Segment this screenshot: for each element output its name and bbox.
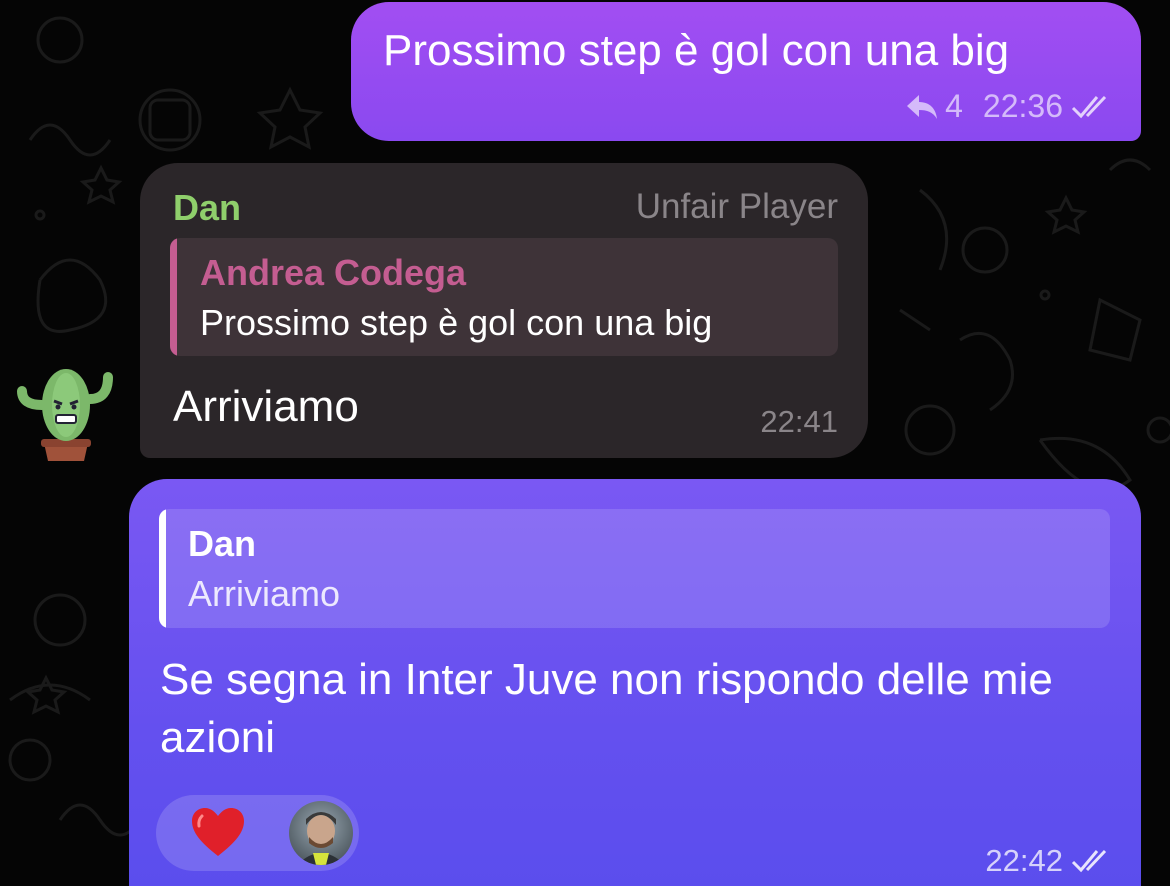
- red-heart-icon: [192, 808, 244, 856]
- sender-name[interactable]: Dan: [173, 187, 241, 229]
- reply-arrow-icon: [907, 94, 938, 119]
- quoted-sender: Dan: [188, 523, 257, 564]
- quoted-sender: Andrea Codega: [200, 252, 467, 293]
- user-avatar[interactable]: [289, 801, 353, 865]
- outgoing-message-bubble[interactable]: Prossimo step è gol con una big 4 22:36: [351, 2, 1141, 141]
- quote-bar: [159, 509, 166, 628]
- quote-bar: [170, 238, 177, 356]
- message-time: 22:42: [985, 843, 1063, 878]
- cactus-sticker-avatar[interactable]: [14, 365, 118, 465]
- user-avatar-image: [297, 812, 345, 865]
- message-time: 22:41: [760, 404, 838, 439]
- reaction-chip[interactable]: [156, 795, 359, 871]
- incoming-message-bubble[interactable]: Dan Unfair Player Andrea Codega Prossimo…: [140, 163, 868, 458]
- quoted-message[interactable]: Andrea Codega Prossimo step è gol con un…: [170, 238, 838, 356]
- message-time: 22:36: [982, 88, 1063, 124]
- message-text: Prossimo step è gol con una big: [383, 26, 1010, 75]
- quoted-text: Prossimo step è gol con una big: [200, 302, 713, 343]
- message-meta: 4 22:36: [905, 88, 1117, 125]
- sender-tag: Unfair Player: [635, 187, 838, 226]
- message-text: Arriviamo: [173, 382, 359, 431]
- replies-indicator[interactable]: 4: [905, 88, 963, 125]
- message-text: Se segna in Inter Juve non rispondo dell…: [160, 655, 1053, 762]
- reply-count: 4: [945, 88, 963, 124]
- outgoing-message-bubble[interactable]: Dan Arriviamo Se segna in Inter Juve non…: [129, 479, 1141, 886]
- chat-background: Prossimo step è gol con una big 4 22:36 …: [0, 0, 1170, 886]
- quoted-message[interactable]: Dan Arriviamo: [159, 509, 1110, 628]
- quoted-text: Arriviamo: [188, 573, 341, 614]
- double-check-icon: [1071, 849, 1107, 873]
- double-check-icon: [1071, 95, 1107, 118]
- message-meta: 22:42: [985, 843, 1117, 879]
